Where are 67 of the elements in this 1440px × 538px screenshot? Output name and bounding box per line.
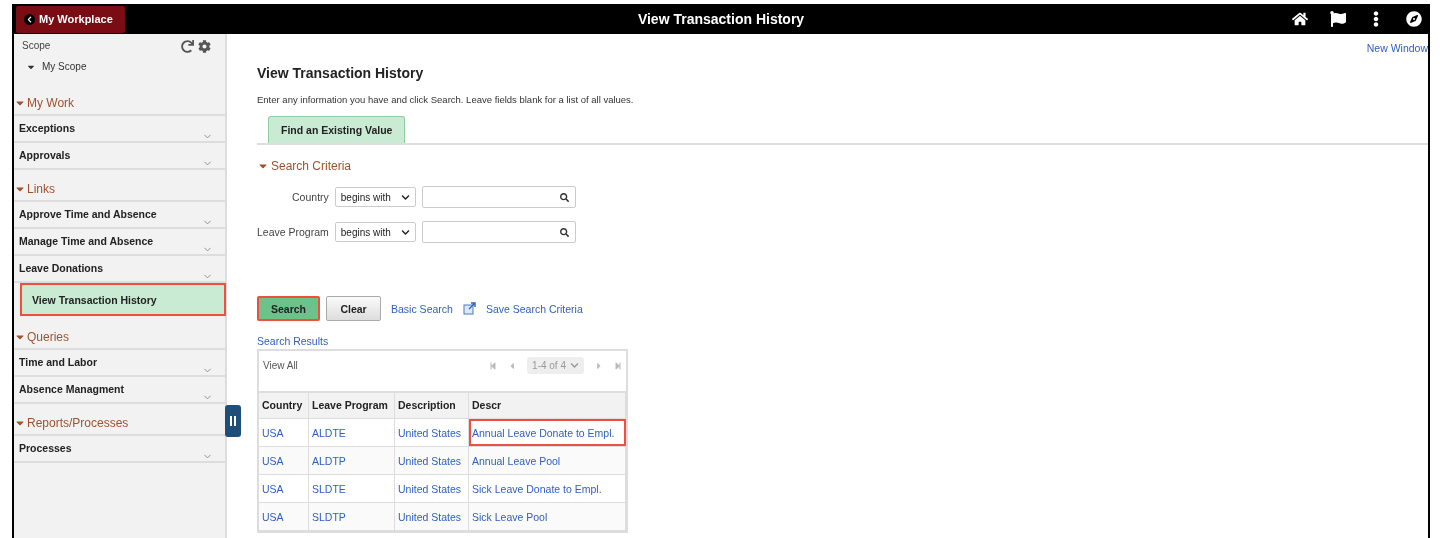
sidebar-item[interactable]: Time and Labor	[14, 350, 225, 377]
link[interactable]: Basic Search	[391, 302, 453, 315]
sidebar-item[interactable]: Approvals	[14, 143, 225, 170]
operator-dropdown[interactable]: begins with	[334, 222, 416, 242]
table-cell[interactable]: Sick Leave Donate to Empl.	[469, 475, 626, 502]
table-cell[interactable]: Annual Leave Pool	[469, 447, 626, 474]
compass-icon[interactable]	[1406, 11, 1422, 27]
input-field[interactable]	[421, 186, 576, 208]
search-icon[interactable]	[559, 227, 569, 237]
sidebar-item[interactable]: Approve Time and Absence	[14, 202, 225, 229]
pause-icon	[230, 416, 236, 426]
chevron-down-icon	[400, 192, 410, 202]
view-all-link[interactable]: View All	[263, 360, 298, 371]
save-criteria-icon[interactable]	[462, 302, 476, 315]
search-icon[interactable]	[559, 192, 569, 202]
refresh-icon[interactable]	[181, 40, 194, 53]
search-button[interactable]: Search	[257, 296, 321, 321]
back-button[interactable]: My Workplace	[16, 5, 125, 33]
new-window-link[interactable]: New Window	[1366, 42, 1428, 54]
sidebar-subitem[interactable]: View Transaction History	[20, 283, 226, 316]
sidebar-item[interactable]: Processes	[14, 436, 225, 463]
link[interactable]: Save Search Criteria	[485, 302, 583, 315]
home-icon[interactable]	[1292, 11, 1308, 27]
table-cell[interactable]: SLDTE	[309, 475, 395, 502]
table-cell[interactable]: SLDTP	[309, 503, 395, 530]
clear-button[interactable]: Clear	[326, 296, 382, 321]
table-cell[interactable]: USA	[259, 419, 309, 446]
column-header[interactable]: Descr	[469, 393, 626, 418]
settings-icon[interactable]	[198, 40, 211, 53]
section-title[interactable]: My Work	[27, 96, 75, 110]
sidebar-item[interactable]: Absence Managment	[14, 377, 225, 404]
flag-icon[interactable]	[1330, 11, 1346, 27]
results-title: Search Results	[257, 335, 330, 347]
table-cell[interactable]: ALDTP	[309, 447, 395, 474]
section-title[interactable]: Links	[27, 182, 55, 196]
chevron-down-icon	[570, 361, 579, 370]
column-header[interactable]: Country	[259, 393, 309, 418]
section-title[interactable]: Queries	[27, 330, 70, 344]
input-field[interactable]	[421, 221, 576, 243]
section-title[interactable]: Reports/Processes	[27, 416, 129, 430]
back-icon	[24, 13, 35, 25]
scope-label: Scope	[22, 40, 51, 53]
tab[interactable]: Find an Existing Value	[268, 116, 406, 143]
scope-item[interactable]: My Scope	[42, 61, 87, 72]
table-cell[interactable]: United States	[395, 447, 469, 474]
sidebar-item[interactable]: Exceptions	[14, 116, 225, 143]
column-header[interactable]: Description	[395, 393, 469, 418]
chevron-down-icon	[400, 227, 410, 237]
instructions: Enter any information you have and click Search. Leave fields blank for a list of all values.	[257, 94, 635, 105]
table-cell[interactable]: Sick Leave Pool	[469, 503, 626, 530]
collapse-handle[interactable]	[225, 405, 241, 437]
column-header[interactable]: Leave Program	[309, 393, 395, 418]
table-cell[interactable]: United States	[395, 503, 469, 530]
table-cell[interactable]: United States	[395, 475, 469, 502]
table-cell[interactable]: ALDTE	[309, 419, 395, 446]
table-cell[interactable]: USA	[259, 475, 309, 502]
page-title: View Transaction History	[637, 11, 805, 27]
section-title[interactable]: Search Criteria	[271, 159, 352, 173]
field-label: Country	[291, 191, 329, 203]
table-cell[interactable]: Annual Leave Donate to Empl.	[469, 419, 626, 446]
table-cell[interactable]: USA	[259, 503, 309, 530]
table-cell[interactable]: United States	[395, 419, 469, 446]
sidebar-item[interactable]: Manage Time and Absence	[14, 229, 225, 256]
field-label: Leave Program	[257, 226, 329, 238]
table-cell[interactable]: USA	[259, 447, 309, 474]
content-title: View Transaction History	[257, 65, 425, 81]
operator-dropdown[interactable]: begins with	[334, 187, 416, 207]
